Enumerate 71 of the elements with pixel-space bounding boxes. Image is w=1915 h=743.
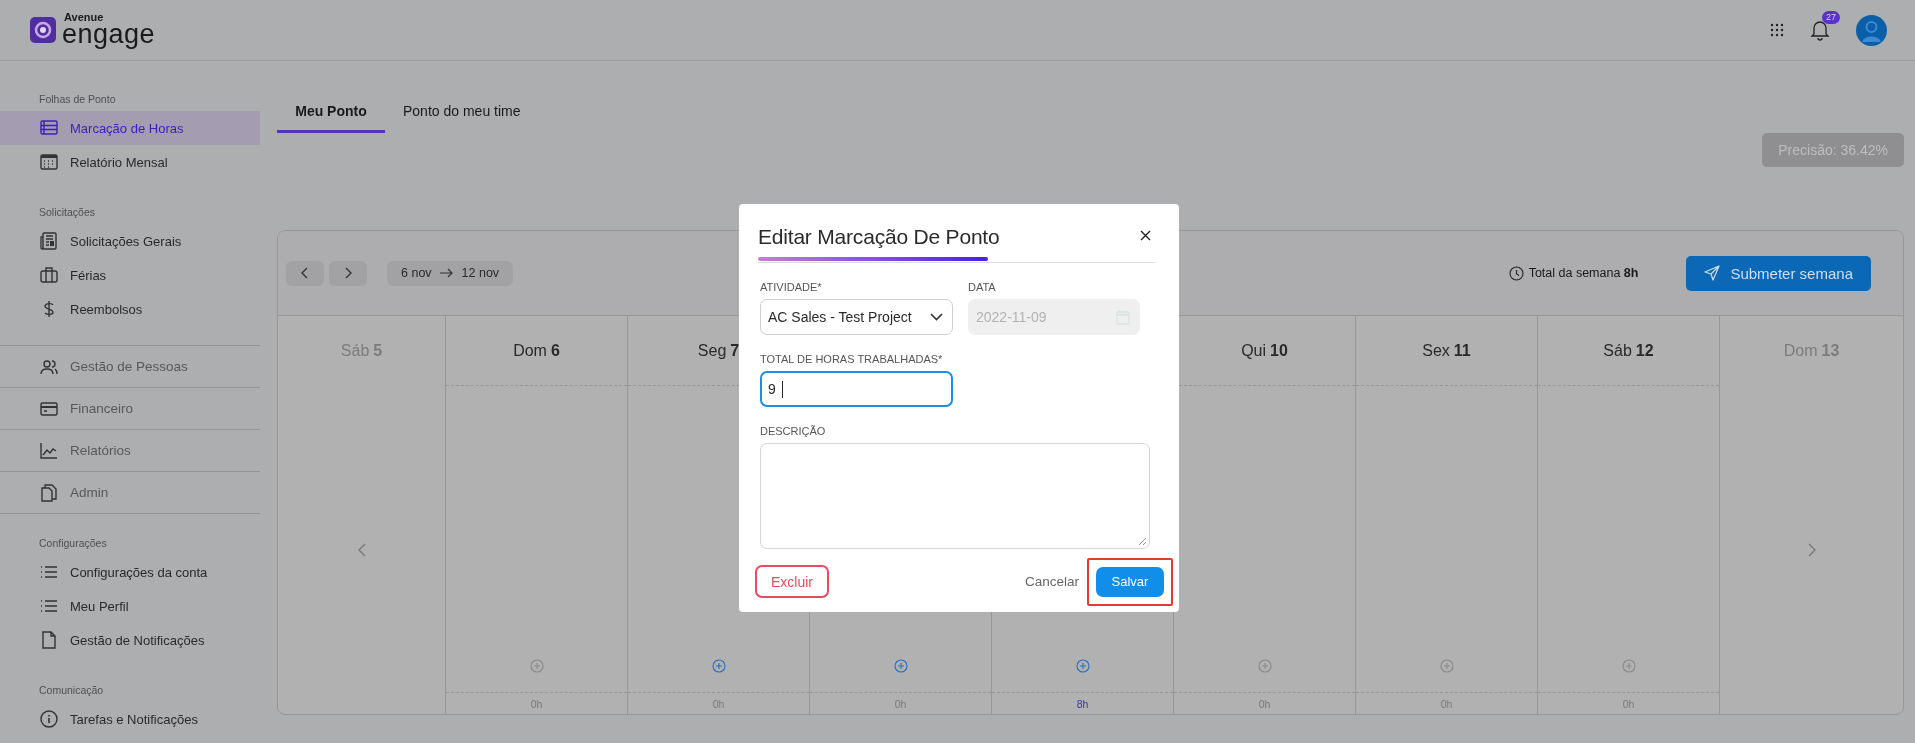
sidebar-item[interactable]: Marcação de Horas [0,111,260,145]
add-entry-icon[interactable] [1621,659,1636,673]
chevron-right-icon [344,267,352,279]
cancel-button[interactable]: Cancelar [1024,574,1079,589]
day-header: Qui 10 [1241,341,1288,360]
sidebar-item[interactable]: Gestão de Notificações [0,623,260,657]
section-heading: Solicitações [38,205,97,220]
add-entry-icon[interactable] [1439,659,1454,673]
document-icon [39,630,59,650]
logo-icon [30,17,56,43]
modal-title: Editar Marcação De Ponto [758,224,1001,249]
sidebar-item[interactable]: Tarefas e Notificações [0,702,260,736]
activity-select[interactable]: AC Sales - Test Project [760,299,953,335]
chevron-down-icon [930,313,943,321]
save-button[interactable]: Salvar [1096,566,1164,597]
add-entry-icon[interactable] [1257,659,1272,673]
section-heading: Configurações [38,536,108,551]
tab[interactable]: Meu Ponto [277,91,385,133]
section-heading: Comunicação [38,683,105,698]
range-start: 6 nov [401,266,432,280]
info-icon [39,709,59,729]
notification-bell-icon[interactable] [1810,19,1830,41]
field-label: DESCRIÇÃO [760,425,827,437]
send-icon [1704,265,1721,281]
list-rows-icon [39,118,59,138]
chevron-right-icon[interactable] [1807,543,1816,557]
field-label: ATIVIDADE* [760,281,823,293]
day-hours: 8h [1076,697,1089,710]
submit-week-button[interactable]: Submeter semana [1686,255,1871,291]
week-total: Total da semana 8h [1528,266,1639,280]
close-icon [1140,230,1151,241]
sidebar-item[interactable]: Reembolsos [0,292,260,326]
description-textarea[interactable] [760,443,1150,549]
calendar-icon [39,152,59,172]
apps-grid-icon[interactable] [1770,23,1784,37]
briefcase-icon [39,265,59,285]
add-entry-icon[interactable] [529,659,544,673]
documents-icon [39,482,59,503]
sidebar-item[interactable]: Admin [0,471,260,513]
logo-brand: engage [62,21,156,48]
next-week-button[interactable] [329,260,367,286]
sidebar-item[interactable]: Meu Perfil [0,589,260,623]
previous-week-button[interactable] [286,260,324,286]
add-entry-icon[interactable] [1075,659,1090,673]
chevron-left-icon[interactable] [357,543,366,557]
notification-badge: 27 [1822,11,1840,24]
field-label: TOTAL DE HORAS TRABALHADAS* [760,353,944,365]
field-label: DATA [968,281,997,293]
user-avatar-icon[interactable] [1856,14,1887,46]
resize-handle-icon [1139,538,1146,545]
day-header: Sex 11 [1422,341,1471,360]
clock-icon [1508,265,1524,281]
range-end: 12 nov [461,266,500,280]
day-header: Seg 7 [697,341,740,360]
arrow-right-icon [439,268,454,278]
delete-button[interactable]: Excluir [755,565,829,598]
tab[interactable]: Ponto do meu time [385,91,539,133]
add-entry-icon[interactable] [711,659,726,673]
sidebar-item[interactable]: Relatório Mensal [0,145,260,179]
newspaper-icon [39,231,59,251]
sidebar-item[interactable]: Férias [0,258,260,292]
section-heading: Folhas de Ponto [38,92,117,107]
chevron-left-icon [301,267,309,279]
hours-input[interactable]: 9 [760,371,953,407]
line-chart-icon [39,440,59,461]
add-entry-icon[interactable] [893,659,908,673]
sidebar-item[interactable]: Configurações da conta [0,555,260,589]
logo-brand-small: Avenue [64,12,105,23]
day-header: Dom 6 [513,341,560,360]
day-header: Sáb 12 [1603,341,1654,360]
sidebar-item[interactable]: Solicitações Gerais [0,224,260,258]
